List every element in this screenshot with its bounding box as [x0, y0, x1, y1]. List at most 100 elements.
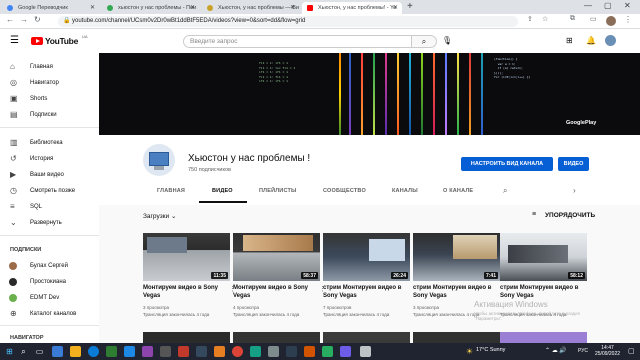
- app-icon[interactable]: [178, 346, 189, 357]
- more-options-icon[interactable]: ⋮: [229, 285, 236, 293]
- channel-search-icon[interactable]: ⌕: [503, 186, 507, 196]
- sidebar-subscription[interactable]: Булах Сергей: [0, 259, 99, 273]
- chrome-icon[interactable]: [232, 346, 243, 357]
- app-icon[interactable]: [340, 346, 351, 357]
- app-icon[interactable]: [268, 346, 279, 357]
- video-title[interactable]: стрим Монтируем видео в Sony Vegas: [413, 284, 500, 300]
- search-input[interactable]: Введите запрос: [183, 35, 412, 48]
- close-icon[interactable]: ✕: [393, 2, 398, 14]
- manage-videos-button[interactable]: ВИДЕО: [558, 157, 589, 171]
- edge-icon[interactable]: [88, 346, 99, 357]
- sidebar-item-subscriptions[interactable]: ▤ Подписки: [0, 108, 99, 122]
- youtube-logo-icon[interactable]: [31, 37, 43, 45]
- sidebar-item-library[interactable]: ▥ Библиотека: [0, 136, 99, 150]
- microphone-icon[interactable]: 🎙: [442, 36, 452, 45]
- hamburger-menu-icon[interactable]: ☰: [10, 35, 19, 46]
- sidebar-item-label: Каталог каналов: [30, 311, 77, 317]
- notifications-icon[interactable]: ▢: [628, 347, 635, 355]
- extensions-icon[interactable]: ⧉: [570, 15, 575, 23]
- new-tab-icon[interactable]: +: [407, 1, 413, 12]
- app-icon[interactable]: [196, 346, 207, 357]
- maximize-icon[interactable]: ▢: [604, 1, 612, 10]
- windows-start-icon[interactable]: ⊞: [4, 346, 15, 357]
- customize-channel-button[interactable]: НАСТРОИТЬ ВИД КАНАЛА: [461, 157, 553, 171]
- channel-avatar[interactable]: [143, 144, 175, 176]
- create-video-icon[interactable]: ⊞: [566, 36, 573, 45]
- tab-videos[interactable]: ВИДЕО: [212, 188, 233, 194]
- sort-icon[interactable]: ≡: [532, 211, 536, 218]
- browser-tab-active[interactable]: Хьюстон, у нас проблемы! - Yo ✕: [302, 2, 402, 14]
- video-thumbnail[interactable]: 11:35: [143, 233, 230, 281]
- browser-tab[interactable]: Google Переводчик ✕: [2, 2, 99, 14]
- app-icon[interactable]: [142, 346, 153, 357]
- video-thumbnail[interactable]: 58:12: [500, 233, 587, 281]
- app-icon[interactable]: [52, 346, 63, 357]
- close-icon[interactable]: ✕: [290, 2, 295, 14]
- window-close-icon[interactable]: ✕: [624, 1, 631, 10]
- sidebar-item-your-videos[interactable]: ▶ Ваши видео: [0, 168, 99, 182]
- notifications-bell-icon[interactable]: 🔔: [586, 36, 596, 45]
- app-icon[interactable]: [304, 346, 315, 357]
- app-icon[interactable]: [286, 346, 297, 357]
- bookmark-star-icon[interactable]: ☆: [542, 15, 548, 23]
- video-title[interactable]: стрим Монтируем видео в Sony Vegas: [500, 284, 587, 300]
- video-thumbnail[interactable]: 7:41: [413, 233, 500, 281]
- search-button[interactable]: ⌕: [412, 35, 437, 48]
- sidebar-item-history[interactable]: ↺ История: [0, 152, 99, 166]
- more-options-icon[interactable]: ⋮: [319, 285, 326, 293]
- tab-playlists[interactable]: ПЛЕЙЛИСТЫ: [259, 188, 297, 194]
- app-icon[interactable]: [322, 346, 333, 357]
- sidebar-item-explore[interactable]: ◎ Навигатор: [0, 76, 99, 90]
- video-thumbnail[interactable]: 58:37: [233, 233, 320, 281]
- browser-tab[interactable]: Хьюстон, у нас проблемы — Ви ✕: [202, 2, 299, 14]
- forward-icon[interactable]: →: [20, 15, 28, 24]
- video-views: 4 просмотра: [233, 305, 260, 310]
- sidebar-subscription[interactable]: EDMT Dev: [0, 291, 99, 305]
- google-play-badge[interactable]: GooglePlay: [566, 120, 596, 126]
- chevron-right-icon[interactable]: ›: [573, 186, 576, 195]
- youtube-logo-text[interactable]: YouTube: [45, 36, 78, 46]
- account-avatar[interactable]: [605, 35, 616, 46]
- tab-home[interactable]: ГЛАВНАЯ: [157, 188, 185, 194]
- video-title[interactable]: Монтируем видео в Sony Vegas: [143, 284, 230, 300]
- sidepanel-icon[interactable]: ▭: [590, 15, 597, 23]
- app-icon[interactable]: [360, 346, 371, 357]
- sidebar-item-shorts[interactable]: ▣ Shorts: [0, 92, 99, 106]
- video-thumbnail[interactable]: 26:24: [323, 233, 410, 281]
- file-explorer-icon[interactable]: [70, 346, 81, 357]
- minimize-icon[interactable]: —: [584, 1, 592, 10]
- app-icon[interactable]: [160, 346, 171, 357]
- sidebar-item-home[interactable]: ⌂ Главная: [0, 60, 99, 74]
- task-view-icon[interactable]: ▭: [34, 346, 45, 357]
- share-icon[interactable]: ⇪: [527, 15, 533, 23]
- browser-menu-icon[interactable]: ⋮: [624, 15, 632, 24]
- language-indicator[interactable]: РУС: [578, 348, 588, 354]
- tab-community[interactable]: СООБЩЕСТВО: [323, 188, 366, 194]
- close-icon[interactable]: ✕: [90, 2, 95, 14]
- reload-icon[interactable]: ↻: [34, 15, 41, 24]
- taskbar-search-icon[interactable]: ⌕: [18, 346, 29, 357]
- close-icon[interactable]: ✕: [190, 2, 195, 14]
- profile-avatar[interactable]: [606, 16, 616, 26]
- sidebar-item-expand[interactable]: ⌄ Развернуть: [0, 216, 99, 230]
- browser-tab[interactable]: хьюстон у нас проблемы - Пои ✕: [102, 2, 199, 14]
- back-icon[interactable]: ←: [6, 15, 14, 24]
- sidebar-item-sql[interactable]: ≡ SQL: [0, 200, 99, 214]
- uploads-dropdown[interactable]: Загрузки ⌄: [143, 212, 176, 220]
- app-icon[interactable]: [214, 346, 225, 357]
- sidebar-item-watch-later[interactable]: ◷ Смотреть позже: [0, 184, 99, 198]
- address-bar[interactable]: 🔒 youtube.com/channel/UCsm0v2Dr0wBt1ddBt…: [58, 16, 518, 27]
- video-title[interactable]: стрим Монтируем видео в Sony Vegas: [323, 284, 410, 300]
- video-title[interactable]: Монтируем видео в Sony Vegas: [233, 284, 320, 300]
- sort-button[interactable]: УПОРЯДОЧИТЬ: [545, 212, 595, 219]
- system-tray-icons[interactable]: ⌃ ☁ 🔊: [545, 347, 567, 354]
- app-icon[interactable]: [124, 346, 135, 357]
- tab-channels[interactable]: КАНАЛЫ: [392, 188, 418, 194]
- tab-about[interactable]: О КАНАЛЕ: [443, 188, 473, 194]
- taskbar-clock[interactable]: 14:47 25/09/2022: [595, 345, 620, 357]
- app-icon[interactable]: [106, 346, 117, 357]
- app-icon[interactable]: [250, 346, 261, 357]
- weather-text[interactable]: 17°C Sunny: [476, 347, 505, 353]
- sidebar-subscription[interactable]: ⊕ Каталог каналов: [0, 307, 99, 321]
- sidebar-subscription[interactable]: Простокиана: [0, 275, 99, 289]
